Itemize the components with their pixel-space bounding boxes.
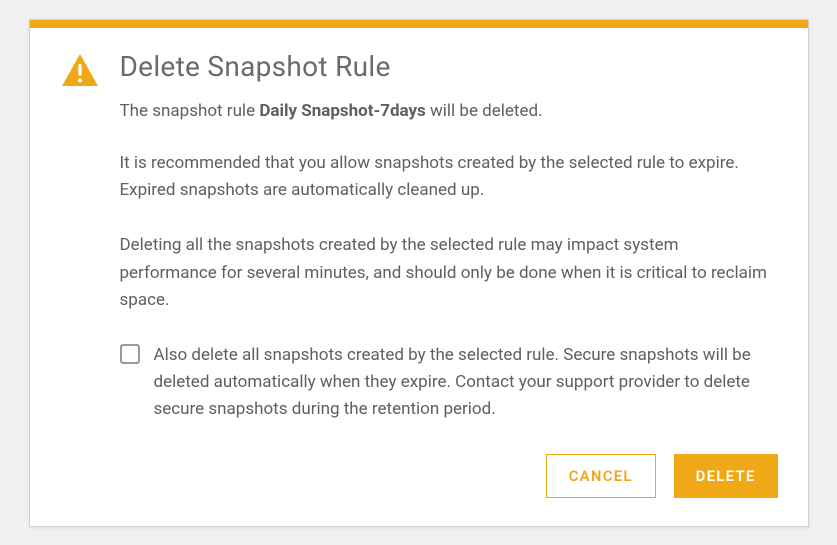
warning-icon bbox=[60, 52, 100, 88]
dialog-content: Delete Snapshot Rule The snapshot rule D… bbox=[120, 50, 778, 498]
dialog-body: Delete Snapshot Rule The snapshot rule D… bbox=[30, 28, 808, 526]
delete-message: The snapshot rule Daily Snapshot-7days w… bbox=[120, 99, 778, 125]
rule-name: Daily Snapshot-7days bbox=[259, 101, 425, 121]
delete-button[interactable]: DELETE bbox=[674, 454, 778, 498]
recommendation-text: It is recommended that you allow snapsho… bbox=[120, 150, 778, 204]
delete-message-suffix: will be deleted. bbox=[426, 101, 543, 121]
delete-snapshot-rule-dialog: Delete Snapshot Rule The snapshot rule D… bbox=[29, 19, 809, 527]
also-delete-checkbox-label: Also delete all snapshots created by the… bbox=[154, 342, 778, 424]
performance-warning-text: Deleting all the snapshots created by th… bbox=[120, 232, 778, 314]
also-delete-checkbox[interactable] bbox=[120, 344, 140, 364]
also-delete-checkbox-row: Also delete all snapshots created by the… bbox=[120, 342, 778, 424]
delete-message-prefix: The snapshot rule bbox=[120, 101, 260, 121]
cancel-button[interactable]: CANCEL bbox=[546, 454, 656, 498]
dialog-button-row: CANCEL DELETE bbox=[120, 454, 778, 498]
dialog-header-row: Delete Snapshot Rule The snapshot rule D… bbox=[60, 50, 778, 498]
dialog-accent-bar bbox=[30, 20, 808, 28]
dialog-title: Delete Snapshot Rule bbox=[120, 50, 778, 83]
